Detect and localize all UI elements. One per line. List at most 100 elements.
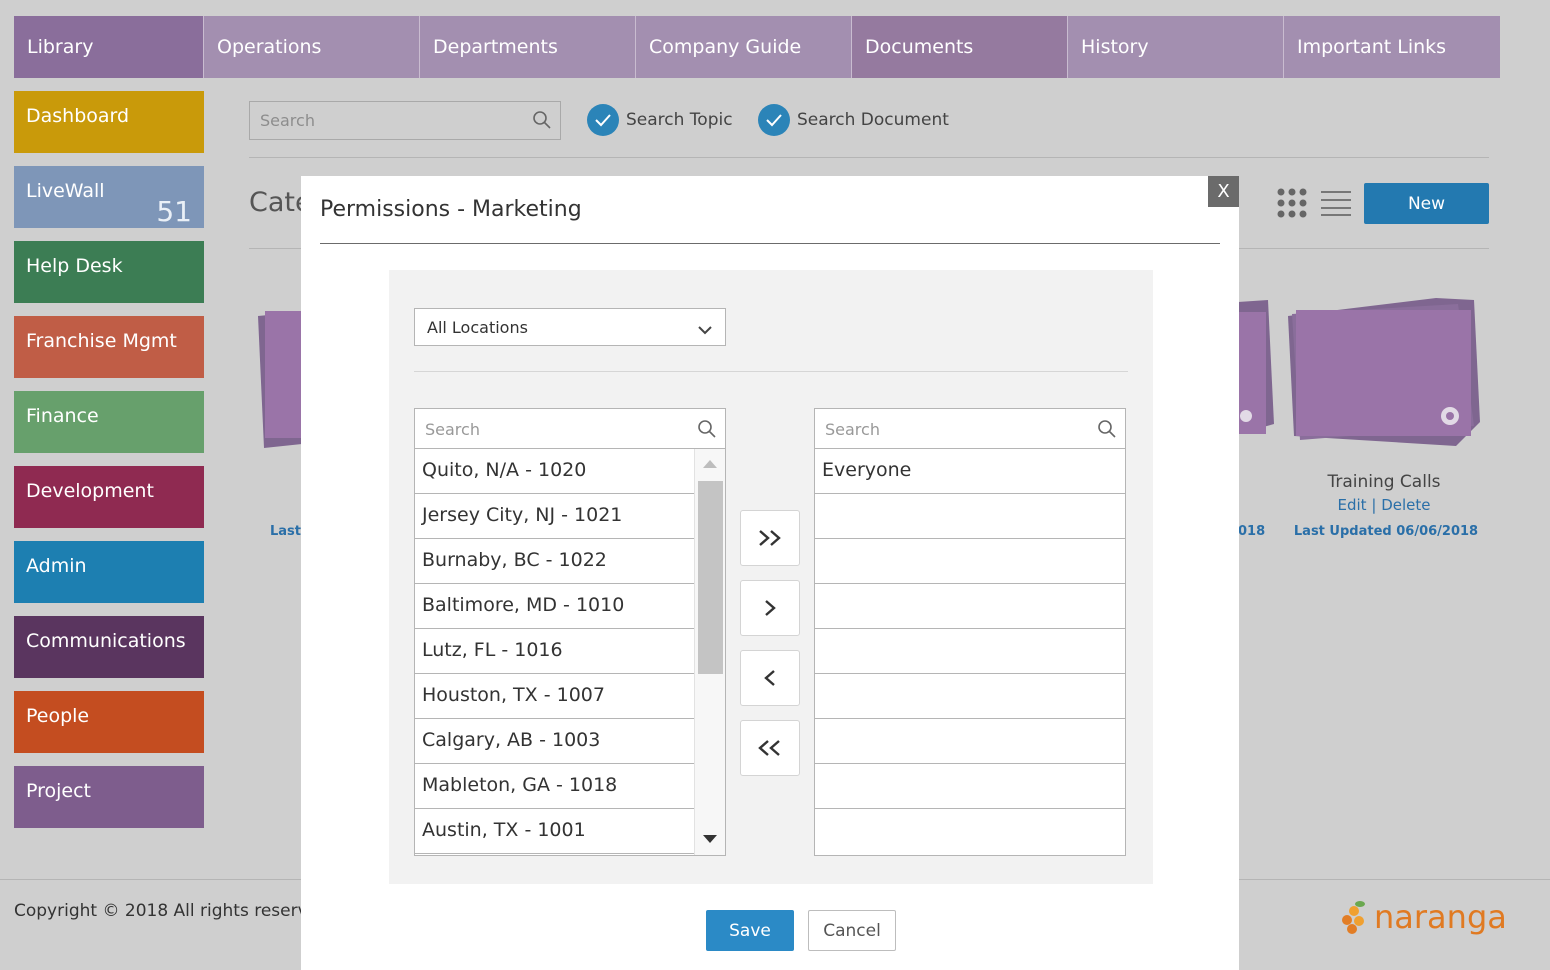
search-document-label: Search Document	[797, 110, 949, 130]
list-item[interactable]	[815, 719, 1125, 764]
search-topic-checkbox[interactable]: Search Topic	[587, 104, 733, 136]
tab-library[interactable]: Library	[14, 16, 204, 78]
scroll-up-arrow-icon[interactable]	[703, 460, 717, 468]
list-item[interactable]	[815, 629, 1125, 674]
tab-operations[interactable]: Operations	[204, 16, 420, 78]
tab-departments[interactable]: Departments	[420, 16, 636, 78]
list-item[interactable]: Mableton, GA - 1018	[415, 764, 695, 809]
move-left-button[interactable]	[740, 650, 800, 706]
sidebar-item-dashboard[interactable]: Dashboard	[14, 91, 204, 153]
search-icon	[532, 110, 552, 134]
location-select[interactable]: All Locations	[414, 308, 726, 346]
tab-label: Important Links	[1297, 36, 1447, 58]
link-separator: |	[1371, 496, 1377, 514]
folder-last-updated: Last	[270, 524, 302, 539]
list-item[interactable]: Austin, TX - 1001	[415, 809, 695, 854]
selected-search-input[interactable]: Search	[815, 409, 1125, 449]
list-item[interactable]: Calgary, AB - 1003	[415, 719, 695, 764]
folder-icon[interactable]	[1238, 298, 1278, 444]
scroll-down-arrow-icon[interactable]	[703, 835, 717, 843]
sidebar-item-label: LiveWall	[26, 180, 105, 202]
search-icon	[697, 419, 717, 443]
edit-link[interactable]: Edit	[1338, 496, 1367, 514]
sidebar-item-label: Help Desk	[26, 255, 123, 277]
sidebar-item-finance[interactable]: Finance	[14, 391, 204, 453]
list-item[interactable]	[815, 584, 1125, 629]
folder-actions: Edit | Delete	[1286, 496, 1482, 514]
sidebar-item-label: Franchise Mgmt	[26, 330, 177, 352]
sidebar-item-livewall[interactable]: LiveWall 51	[14, 166, 204, 228]
tab-important-links[interactable]: Important Links	[1284, 16, 1500, 78]
top-nav: Library Operations Departments Company G…	[14, 16, 1500, 78]
save-button[interactable]: Save	[706, 910, 794, 951]
copyright-text: Copyright © 2018 All rights reserved	[14, 901, 329, 921]
tab-history[interactable]: History	[1068, 16, 1284, 78]
sidebar-item-label: Development	[26, 480, 154, 502]
move-all-right-button[interactable]	[740, 510, 800, 566]
sidebar-item-label: Project	[26, 780, 92, 802]
list-item[interactable]: Burnaby, BC - 1022	[415, 539, 695, 584]
tab-documents[interactable]: Documents	[852, 16, 1068, 78]
divider	[249, 157, 1489, 158]
tab-label: Library	[27, 36, 94, 58]
list-item[interactable]: Houston, TX - 1007	[415, 674, 695, 719]
tab-label: Documents	[865, 36, 974, 58]
list-item[interactable]	[815, 494, 1125, 539]
folder-last-updated: Last Updated 06/06/2018	[1293, 524, 1479, 539]
list-view-icon[interactable]	[1320, 189, 1352, 221]
list-item[interactable]: Everyone	[815, 449, 1125, 494]
search-document-checkbox[interactable]: Search Document	[758, 104, 949, 136]
folder-icon[interactable]	[256, 308, 304, 454]
list-item[interactable]: Jersey City, NJ - 1021	[415, 494, 695, 539]
search-placeholder: Search	[425, 420, 480, 439]
check-icon	[758, 104, 790, 136]
naranga-logo: naranga	[1340, 898, 1507, 936]
scroll-thumb[interactable]	[698, 481, 723, 674]
chevron-right-icon	[765, 600, 776, 616]
sidebar-item-franchise-mgmt[interactable]: Franchise Mgmt	[14, 316, 204, 378]
livewall-count-badge: 51	[156, 195, 192, 228]
folder-icon[interactable]	[1286, 296, 1482, 452]
available-locations-list: Search Quito, N/A - 1020 Jersey City, NJ…	[414, 408, 726, 856]
list-item[interactable]: Quito, N/A - 1020	[415, 449, 695, 494]
permissions-panel: All Locations Search Quito, N/A - 1020 J…	[389, 270, 1153, 884]
scrollbar[interactable]	[694, 449, 725, 855]
move-right-button[interactable]	[740, 580, 800, 636]
sidebar-item-help-desk[interactable]: Help Desk	[14, 241, 204, 303]
sidebar-item-label: People	[26, 705, 90, 727]
sidebar-item-development[interactable]: Development	[14, 466, 204, 528]
folder-caption: Training Calls	[1327, 472, 1441, 492]
move-all-left-button[interactable]	[740, 720, 800, 776]
cancel-button[interactable]: Cancel	[808, 910, 896, 951]
modal-title: Permissions - Marketing	[320, 197, 582, 222]
selected-locations-list: Search Everyone	[814, 408, 1126, 856]
new-button[interactable]: New	[1364, 183, 1489, 224]
list-item[interactable]: Lutz, FL - 1016	[415, 629, 695, 674]
search-placeholder: Search	[825, 420, 880, 439]
list-item[interactable]	[815, 674, 1125, 719]
list-item[interactable]: Baltimore, MD - 1010	[415, 584, 695, 629]
modal-divider	[320, 243, 1220, 244]
sidebar-item-people[interactable]: People	[14, 691, 204, 753]
check-icon	[587, 104, 619, 136]
sidebar-item-admin[interactable]: Admin	[14, 541, 204, 603]
close-button[interactable]: X	[1208, 176, 1239, 207]
sidebar-item-project[interactable]: Project	[14, 766, 204, 828]
sidebar-item-label: Finance	[26, 405, 99, 427]
chevron-down-icon	[697, 321, 713, 340]
list-item[interactable]	[815, 539, 1125, 584]
grid-view-icon[interactable]	[1276, 187, 1308, 223]
panel-divider	[414, 371, 1128, 372]
sidebar: Dashboard LiveWall 51 Help Desk Franchise…	[14, 91, 204, 841]
main-search-input[interactable]: Search	[249, 101, 561, 140]
list-item[interactable]	[815, 764, 1125, 809]
available-search-input[interactable]: Search	[415, 409, 725, 449]
list-item[interactable]	[815, 809, 1125, 854]
search-topic-label: Search Topic	[626, 110, 733, 130]
location-select-value: All Locations	[427, 318, 528, 337]
chevron-left-icon	[764, 670, 775, 686]
delete-link[interactable]: Delete	[1381, 496, 1430, 514]
sidebar-item-label: Dashboard	[26, 105, 130, 127]
sidebar-item-communications[interactable]: Communications	[14, 616, 204, 678]
tab-company-guide[interactable]: Company Guide	[636, 16, 852, 78]
